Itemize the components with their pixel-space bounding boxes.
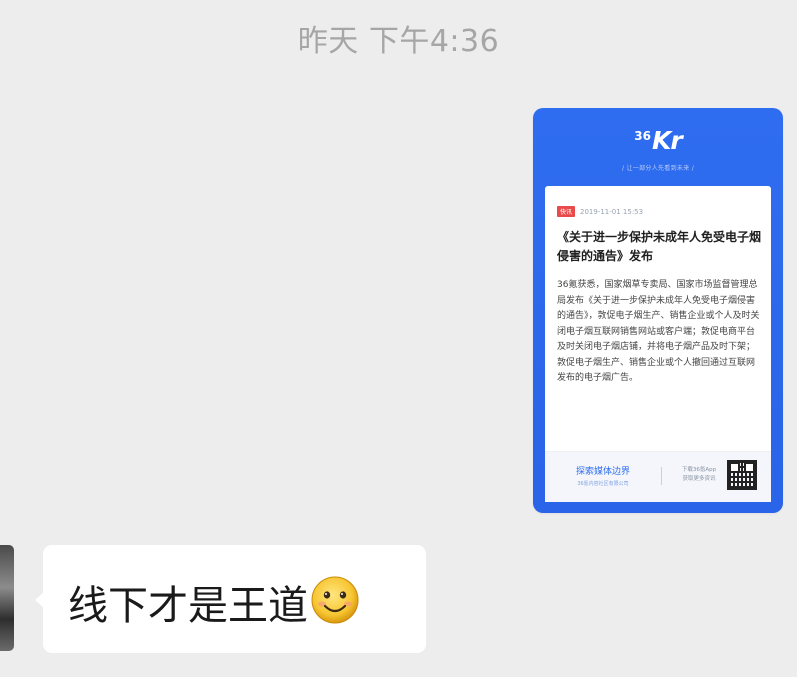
timestamp: 昨天 下午4:36 <box>297 24 500 59</box>
smile-emoji-icon <box>311 576 359 624</box>
message-bubble[interactable]: 线下才是王道 <box>35 545 426 653</box>
news-tag-badge: 快讯 <box>557 206 576 217</box>
footer-download-line2: 获取更多资讯 <box>682 476 716 482</box>
footer-download-line1: 下载36氪App <box>681 467 717 473</box>
article-panel: 快讯 2019-11-01 15:53 《关于进一步保护未成年人免受电子烟侵害的通… <box>545 186 771 502</box>
message-text-row: 线下才是王道 <box>68 573 360 631</box>
article-meta: 快讯 2019-11-01 15:53 <box>557 206 643 217</box>
message-text: 线下才是王道 <box>68 583 308 629</box>
sender-avatar[interactable] <box>0 545 14 651</box>
article-body: 36氪获悉，国家烟草专卖局、国家市场监督管理总局发布《关于进一步保护未成年人免受… <box>557 280 760 383</box>
footer-divider <box>661 467 662 485</box>
article-headline: 《关于进一步保护未成年人免受电子烟侵害的通告》发布 <box>557 230 762 263</box>
shared-article-card[interactable]: 36Kr / 让一部分人先看到未来 / 快讯 2019-11-01 15:53 《… <box>533 108 783 513</box>
logo-number: 36 <box>634 129 651 143</box>
footer-brand: 探索媒体边界 36氪内容社区有限公司 <box>559 464 647 487</box>
card-slogan: / 让一部分人先看到未来 / <box>621 165 695 172</box>
card-footer: 探索媒体边界 36氪内容社区有限公司 下载36氪App 获取更多资讯 <box>545 451 771 502</box>
logo-text: Kr <box>652 126 683 155</box>
36kr-logo: 36Kr <box>533 126 783 155</box>
footer-download-hint: 下载36氪App 获取更多资讯 <box>671 466 727 484</box>
footer-brand-subtitle: 36氪内容社区有限公司 <box>577 481 629 487</box>
qr-code-icon <box>727 460 757 490</box>
footer-brand-title: 探索媒体边界 <box>575 467 630 477</box>
article-date: 2019-11-01 15:53 <box>580 208 644 216</box>
